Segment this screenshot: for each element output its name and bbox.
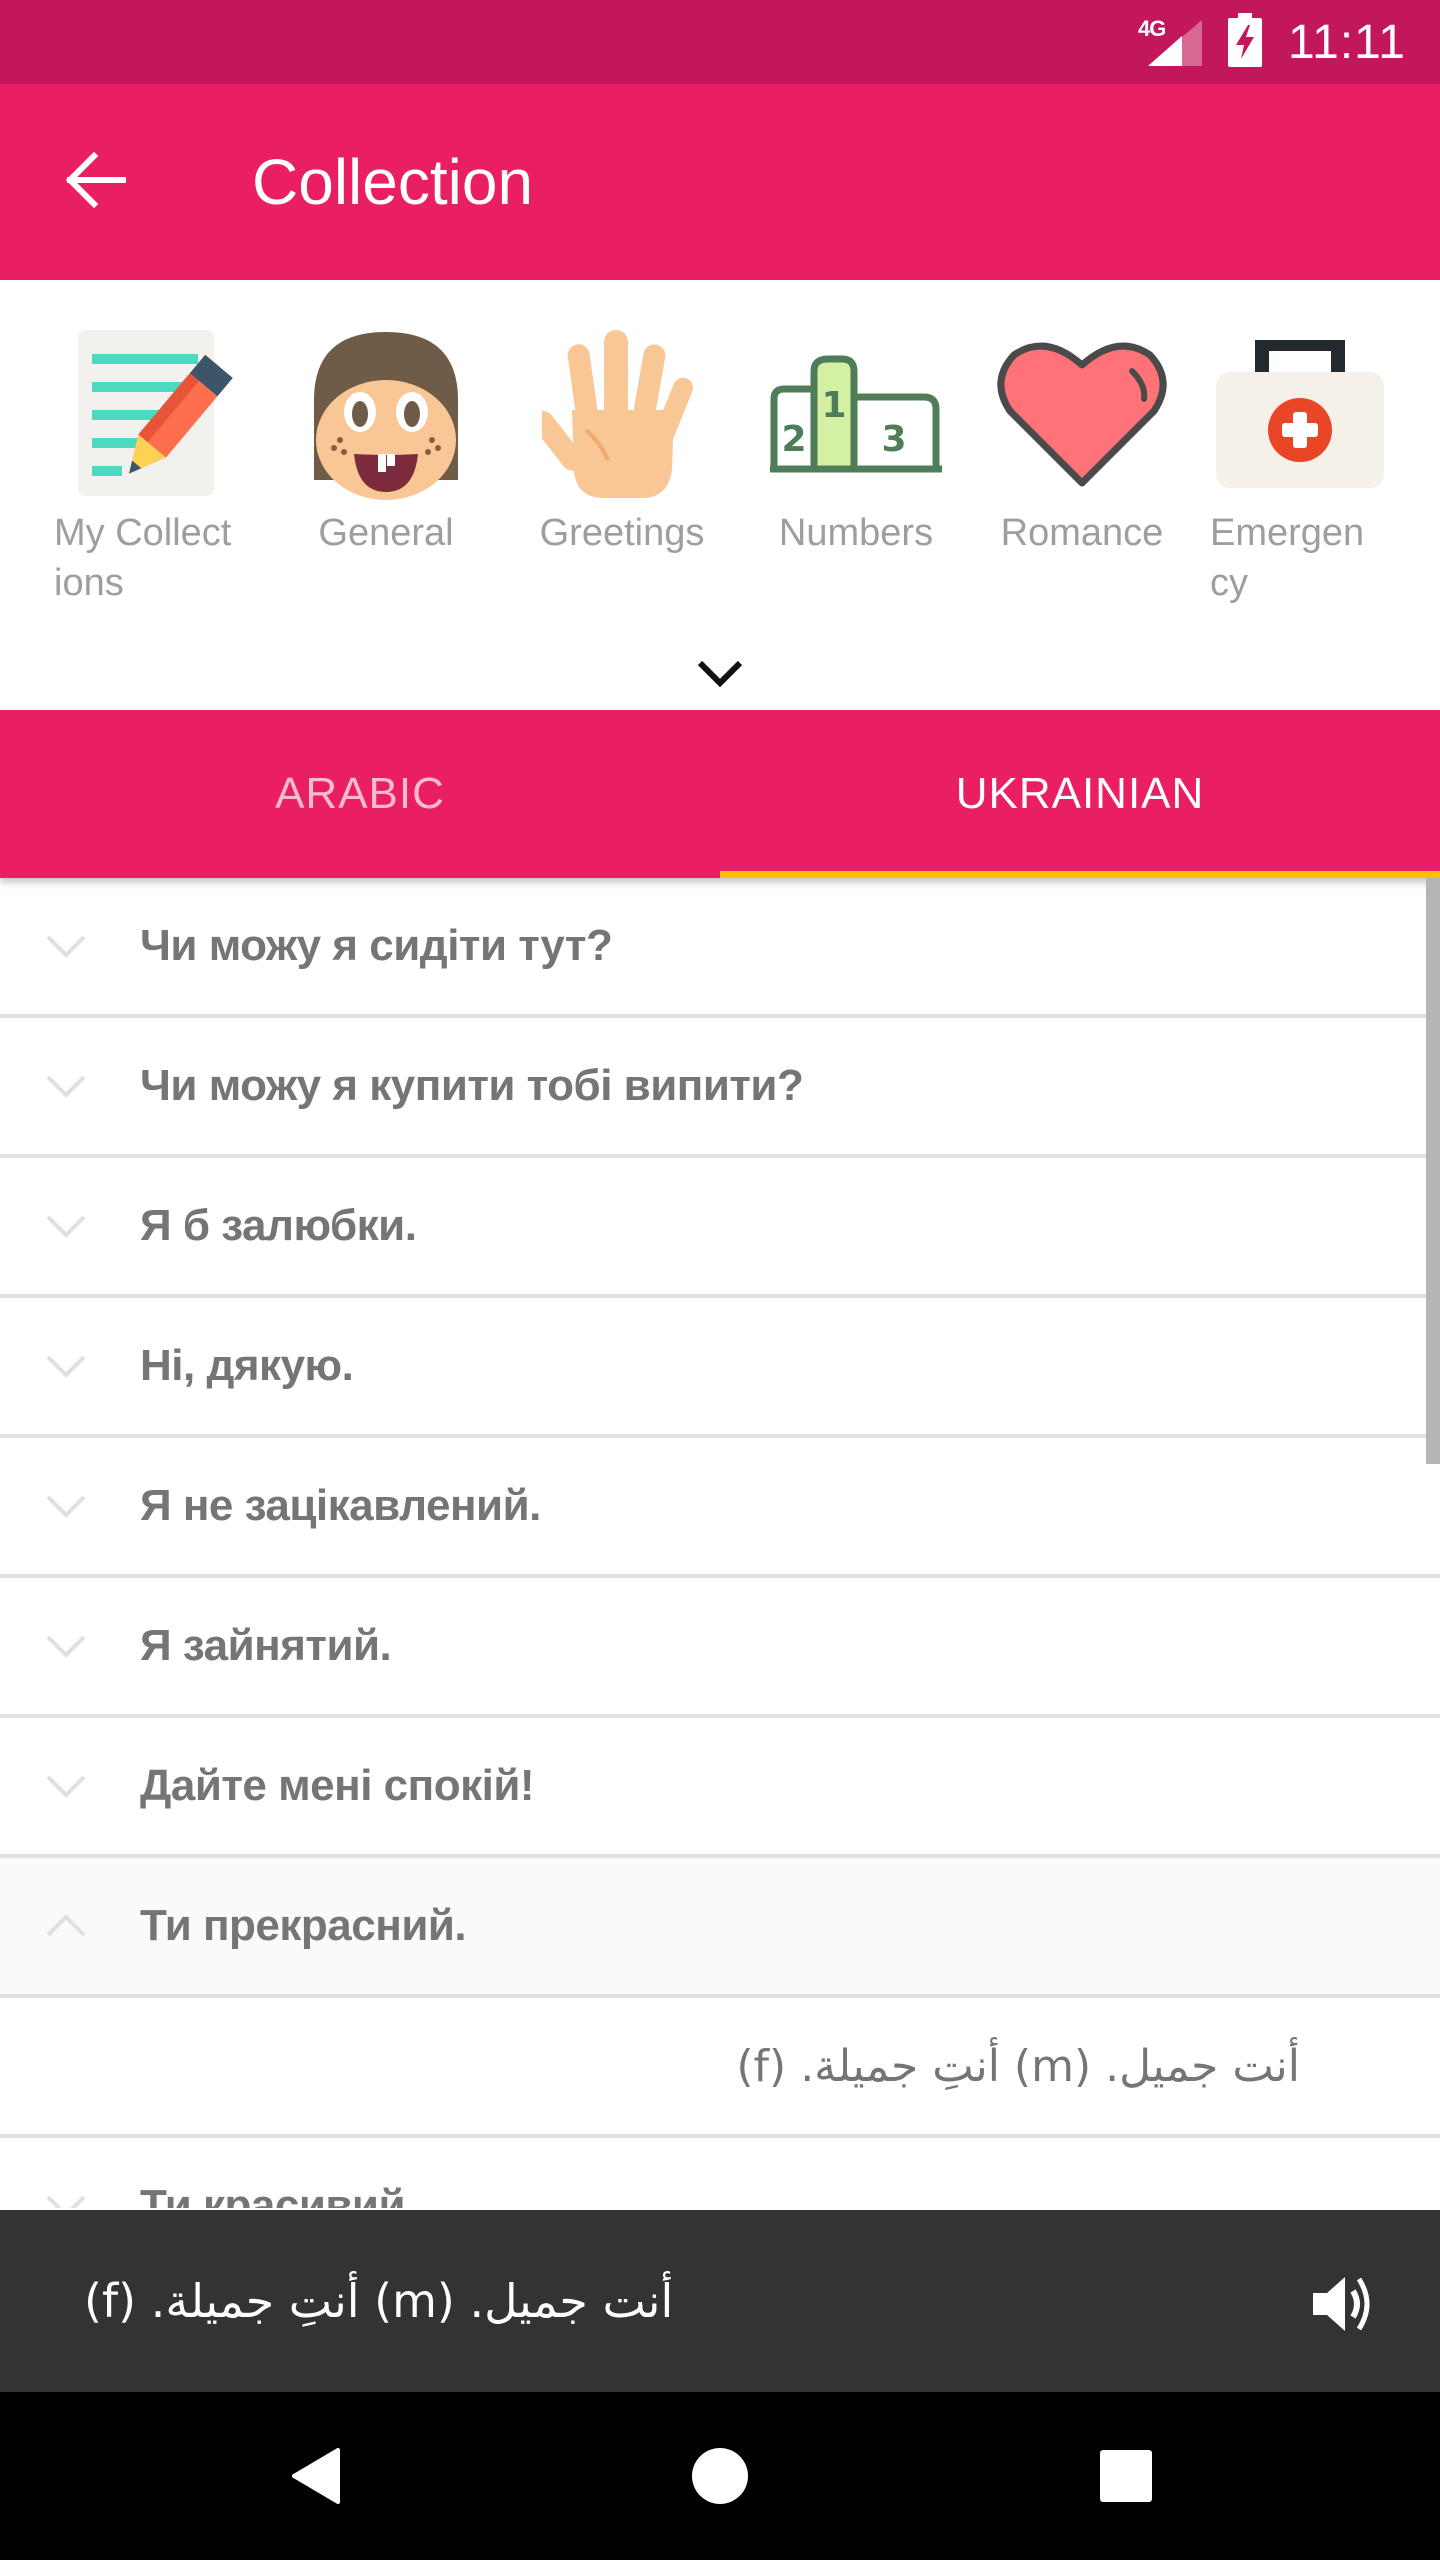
- category-label: General: [318, 512, 454, 554]
- back-triangle-icon: [292, 2448, 340, 2504]
- clock: 11:11: [1288, 15, 1406, 69]
- status-bar: 4G 11:11: [0, 0, 1440, 84]
- svg-text:2: 2: [781, 419, 806, 460]
- phrase-list: Чи можу я сидіти тут? Чи можу я купити т…: [0, 878, 1440, 2208]
- first-aid-kit-icon: [1210, 330, 1390, 500]
- notepad-pencil-icon: [64, 330, 244, 500]
- expand-categories-button[interactable]: [680, 648, 760, 704]
- phrase-translation-row[interactable]: أنت جميل. (m) أنتِ جميلة. (f): [0, 1998, 1440, 2138]
- waving-hand-icon: [532, 330, 712, 500]
- category-general[interactable]: General: [286, 330, 486, 558]
- chevron-down-icon: [696, 659, 744, 694]
- category-my-collections[interactable]: My Collect ions: [54, 330, 254, 608]
- chevron-up-icon: [46, 1914, 86, 1937]
- category-label: Romance: [1000, 512, 1164, 554]
- phrase-text: Я зайнятий.: [140, 1621, 392, 1670]
- phrase-text: Чи можу я купити тобі випити?: [140, 1061, 804, 1110]
- phrase-row[interactable]: Ні, дякую.: [0, 1298, 1440, 1438]
- arrow-left-icon: [65, 151, 127, 213]
- tab-arabic[interactable]: ARABIC: [0, 710, 720, 878]
- category-label: Numbers: [778, 512, 934, 554]
- system-nav-bar: [0, 2392, 1440, 2560]
- tab-ukrainian[interactable]: UKRAINIAN: [720, 710, 1440, 878]
- chevron-down-icon: [46, 1355, 86, 1378]
- chevron-down-icon: [46, 1075, 86, 1098]
- phrase-text: Дайте мені спокій!: [140, 1761, 535, 1810]
- category-label: Greetings: [539, 512, 705, 554]
- language-tabs: ARABIC UKRAINIAN: [0, 710, 1440, 878]
- category-strip: My Collect ions General Greetings 2 1 3 …: [0, 280, 1440, 710]
- recents-square-icon: [1100, 2450, 1152, 2502]
- speaker-icon: [1309, 2271, 1375, 2342]
- smiling-face-icon: [296, 330, 476, 500]
- signal-icon: 4G: [1138, 16, 1202, 68]
- phrase-row[interactable]: Чи можу я купити тобі випити?: [0, 1018, 1440, 1158]
- phrase-row[interactable]: Дайте мені спокій!: [0, 1718, 1440, 1858]
- phrase-text: Чи можу я сидіти тут?: [140, 921, 613, 970]
- podium-icon: 2 1 3: [766, 330, 946, 500]
- tab-label: ARABIC: [275, 769, 445, 818]
- chevron-down-icon: [46, 1635, 86, 1658]
- nav-home-button[interactable]: [680, 2436, 760, 2516]
- phrase-row[interactable]: Ти красивий.: [0, 2138, 1440, 2208]
- phrase-row[interactable]: Чи можу я сидіти тут?: [0, 878, 1440, 1018]
- chevron-down-icon: [46, 1495, 86, 1518]
- audio-player-bar: أنت جميل. (m) أنتِ جميلة. (f): [0, 2210, 1440, 2392]
- back-button[interactable]: [56, 142, 136, 222]
- tab-indicator: [720, 871, 1440, 878]
- chevron-down-icon: [46, 935, 86, 958]
- phrase-text: Я не зацікавлений.: [140, 1481, 541, 1530]
- category-greetings[interactable]: Greetings: [522, 330, 722, 558]
- phrase-row[interactable]: Я б залюбки.: [0, 1158, 1440, 1298]
- category-numbers[interactable]: 2 1 3 Numbers: [756, 330, 956, 558]
- phrase-text: Ти красивий.: [140, 2181, 417, 2208]
- svg-text:1: 1: [821, 385, 846, 426]
- tab-label: UKRAINIAN: [955, 769, 1205, 818]
- play-audio-button[interactable]: [1302, 2266, 1382, 2346]
- page-title: Collection: [252, 146, 534, 218]
- nav-back-button[interactable]: [276, 2436, 356, 2516]
- phrase-translation: أنت جميل. (m) أنتِ جميلة. (f): [736, 2040, 1300, 2092]
- svg-text:3: 3: [881, 419, 906, 460]
- phrase-row[interactable]: Я не зацікавлений.: [0, 1438, 1440, 1578]
- phrase-text: Ти прекрасний.: [140, 1901, 467, 1950]
- player-translation: أنت جميل. (m) أنتِ جميلة. (f): [84, 2274, 674, 2328]
- heart-icon: [992, 330, 1172, 500]
- battery-charging-icon: [1228, 12, 1262, 72]
- phrase-text: Ні, дякую.: [140, 1341, 354, 1390]
- app-bar: Collection: [0, 84, 1440, 280]
- phrase-row[interactable]: Я зайнятий.: [0, 1578, 1440, 1718]
- category-emergency[interactable]: Emergen cy: [1210, 330, 1410, 608]
- list-scrollbar[interactable]: [1426, 878, 1440, 1464]
- phrase-text: Я б залюбки.: [140, 1201, 417, 1250]
- category-label: My Collect ions: [54, 512, 232, 604]
- category-label: Emergen cy: [1210, 512, 1365, 604]
- home-circle-icon: [692, 2448, 748, 2504]
- chevron-down-icon: [46, 1775, 86, 1798]
- category-romance[interactable]: Romance: [982, 330, 1182, 558]
- phrase-row-expanded[interactable]: Ти прекрасний.: [0, 1858, 1440, 1998]
- nav-recents-button[interactable]: [1086, 2436, 1166, 2516]
- chevron-down-icon: [46, 2195, 86, 2208]
- chevron-down-icon: [46, 1215, 86, 1238]
